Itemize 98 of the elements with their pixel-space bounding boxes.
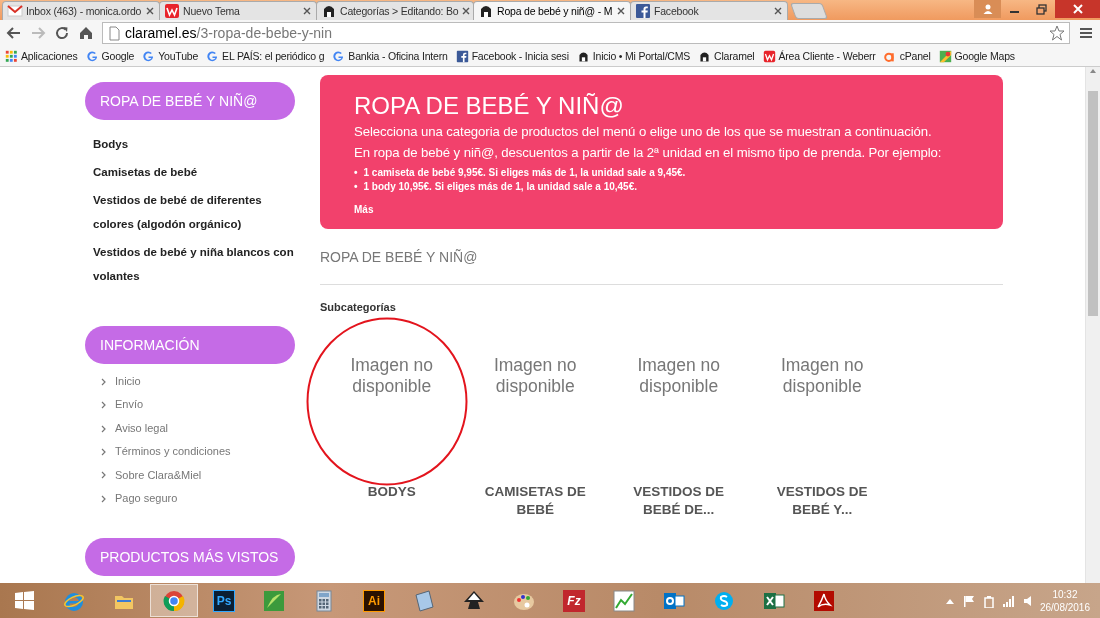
- map-icon: [938, 49, 952, 63]
- close-icon[interactable]: [616, 6, 626, 16]
- chevron-icon: [101, 447, 107, 456]
- google-icon: [85, 49, 99, 63]
- bookmark-link[interactable]: Área Cliente - Weberr: [762, 49, 876, 63]
- chevron-icon: [101, 377, 107, 386]
- battery-icon[interactable]: [981, 593, 996, 608]
- sidebar-heading: PRODUCTOS MÁS VISTOS: [85, 538, 295, 577]
- document-icon: [813, 589, 835, 612]
- info-link[interactable]: Envío: [115, 393, 144, 417]
- category-link[interactable]: Vestidos de bebé y niña blancos con volantes: [93, 240, 295, 288]
- menu-icon[interactable]: [1078, 25, 1094, 41]
- info-link[interactable]: Términos y condiciones: [115, 440, 231, 464]
- image-unavailable-text: Imagen no disponible: [349, 355, 435, 397]
- info-link[interactable]: Aviso legal: [115, 416, 168, 441]
- browser-tab[interactable]: Nuevo Tema: [159, 1, 317, 20]
- subcategory-link[interactable]: VESTIDOS DE BEBÉ DE...: [617, 483, 740, 519]
- bookmark-link[interactable]: EL PAÍS: el periódico g: [206, 49, 325, 63]
- banner-title: ROPA DE BEBÉ Y NIÑ@: [354, 91, 625, 121]
- category-link[interactable]: Camisetas de bebé: [93, 160, 295, 184]
- taskbar-app[interactable]: Ai: [350, 584, 398, 617]
- page-icon: [107, 25, 121, 41]
- taskbar-app[interactable]: Ps: [200, 584, 248, 617]
- back-icon[interactable]: [6, 25, 22, 41]
- w-logo-icon: [164, 3, 180, 19]
- facebook-icon: [455, 49, 469, 63]
- bullet-mark: •: [354, 180, 358, 194]
- bookmark-link[interactable]: Aplicaciones: [5, 49, 78, 63]
- bookmark-link[interactable]: Bankia - Oficina Intern: [332, 49, 448, 63]
- subcategory-link[interactable]: VESTIDOS DE BEBÉ Y...: [761, 483, 884, 519]
- chevron-icon: [101, 424, 107, 433]
- subcategories-label: Subcategorías: [320, 301, 396, 313]
- browser-tab[interactable]: Inbox (463) - monica.ordo: [2, 1, 160, 20]
- mail-icon: [7, 3, 23, 19]
- app-logo-text: Ai: [363, 589, 385, 612]
- sidebar-heading: ROPA DE BEBÉ Y NIÑ@: [85, 82, 295, 120]
- category-link[interactable]: Bodys: [93, 132, 295, 156]
- image-unavailable-text: Imagen no disponible: [492, 355, 578, 397]
- taskbar-app[interactable]: Fz: [550, 584, 598, 617]
- user-icon[interactable]: [981, 3, 994, 15]
- chart-icon: [613, 589, 635, 612]
- flag-icon[interactable]: [961, 593, 976, 608]
- bookmark-link[interactable]: Inicio • Mi Portal/CMS: [576, 49, 691, 63]
- image-unavailable-text: Imagen no disponible: [779, 355, 865, 397]
- star-icon[interactable]: [1049, 25, 1065, 41]
- bookmark-link[interactable]: cPanel: [883, 49, 931, 63]
- bookmark-link[interactable]: Google: [85, 49, 135, 63]
- address-bar[interactable]: claramel.es/3-ropa-de-bebe-y-nin: [102, 22, 1070, 44]
- google-icon: [206, 49, 220, 63]
- chevron-icon: [101, 471, 107, 480]
- app-logo-text: Ps: [213, 589, 235, 612]
- browser-tab[interactable]: Ropa de bebé y niñ@ - M: [473, 1, 631, 20]
- reload-icon[interactable]: [54, 25, 70, 41]
- url-text: claramel.es/3-ropa-de-bebe-y-nin: [125, 25, 332, 41]
- chrome-icon: [163, 589, 185, 612]
- close-icon[interactable]: [773, 6, 783, 16]
- offer-item: 1 camiseta de bebé 9,95€. Si eliges más de 1, la unidad sale a 9,45€.: [363, 166, 686, 180]
- close-icon[interactable]: [461, 6, 472, 16]
- windows-start-icon[interactable]: [13, 590, 35, 611]
- google-icon: [332, 49, 346, 63]
- apps-grid-icon: [5, 49, 18, 63]
- bookmark-link[interactable]: Google Maps: [938, 49, 1015, 63]
- close-icon[interactable]: [302, 6, 312, 16]
- w-logo-icon: [762, 49, 776, 63]
- sidebar-heading: INFORMACIÓN: [85, 326, 295, 364]
- app-logo-text: Fz: [563, 589, 585, 612]
- close-icon[interactable]: [145, 6, 155, 16]
- restore-icon[interactable]: [1036, 3, 1047, 15]
- facebook-icon: [635, 3, 651, 19]
- offer-item: 1 body 10,95€. Si eliges más de 1, la unidad sale a 10,45€.: [363, 180, 637, 194]
- more-link[interactable]: Más: [354, 204, 374, 215]
- bookmark-link[interactable]: Facebook - Inicia sesi: [455, 49, 569, 63]
- browser-tab[interactable]: Categorías > Editando: Bo: [316, 1, 474, 20]
- banner-text: En ropa de bebé y niñ@, descuentos a partir de la 2ª unidad en el mismo tipo de prenda. Por ejemplo:: [354, 144, 943, 162]
- bookmark-link[interactable]: Claramel: [698, 49, 755, 63]
- scrollbar-thumb[interactable]: [1088, 91, 1098, 316]
- subcategory-link[interactable]: BODYS: [330, 483, 453, 501]
- chat-icon: [713, 589, 735, 612]
- calculator-icon: [313, 589, 335, 612]
- browser-tab[interactable]: Facebook: [630, 1, 788, 20]
- chevron-icon: [101, 401, 107, 410]
- speaker-icon[interactable]: [1021, 593, 1034, 608]
- info-link[interactable]: Pago seguro: [115, 487, 178, 511]
- google-icon: [142, 49, 156, 63]
- bullet-mark: •: [354, 166, 358, 180]
- category-link[interactable]: Vestidos de bebé de diferentes colores (algodón orgánico): [93, 188, 295, 236]
- notepad-icon: [413, 589, 435, 612]
- bookmark-link[interactable]: YouTube: [142, 49, 199, 63]
- banner-text: Selecciona una categoria de productos del menú o elige uno de los que se muestran a continuación.: [354, 123, 933, 141]
- signal-icon[interactable]: [1001, 593, 1016, 608]
- section-title: ROPA DE BEBÉ Y NIÑ@: [320, 249, 478, 265]
- leaf-icon: [263, 589, 285, 612]
- subcategory-link[interactable]: CAMISETAS DE BEBÉ: [474, 483, 597, 519]
- info-link[interactable]: Inicio: [115, 370, 141, 394]
- info-link[interactable]: Sobre Clara&Miel: [115, 463, 202, 488]
- image-unavailable-text: Imagen no disponible: [636, 355, 722, 397]
- home-icon[interactable]: [78, 25, 94, 41]
- chevron-icon: [101, 494, 107, 503]
